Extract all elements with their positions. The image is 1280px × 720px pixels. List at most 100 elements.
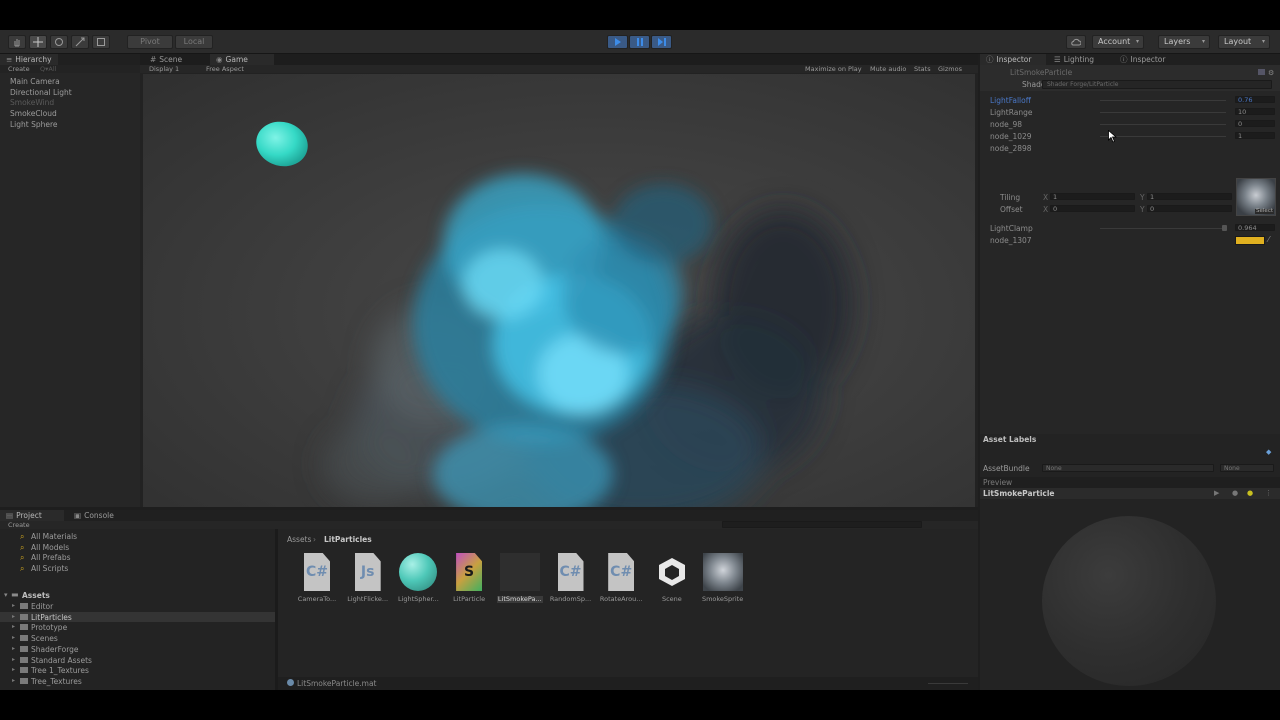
favorite-item[interactable]: All Materials bbox=[31, 533, 77, 541]
tab-console[interactable]: ▣ Console bbox=[68, 510, 120, 521]
asset-tile[interactable]: LitSmokePa... bbox=[496, 551, 543, 607]
offset-x-field[interactable]: 0 bbox=[1050, 205, 1135, 212]
expand-arrow-icon[interactable]: ▸ bbox=[12, 656, 15, 663]
asset-tile[interactable]: C# RandomSp... bbox=[548, 551, 594, 607]
property-value-field[interactable]: 10 bbox=[1235, 108, 1275, 115]
favorite-item[interactable]: All Scripts bbox=[31, 565, 68, 573]
property-slider-track[interactable] bbox=[1100, 112, 1226, 113]
folder-item[interactable]: ShaderForge bbox=[31, 646, 79, 654]
shader-dropdown[interactable]: Shader Forge/LitParticle bbox=[1042, 80, 1272, 89]
folder-item[interactable]: Tree_Textures bbox=[31, 678, 82, 686]
eyedropper-icon[interactable]: ⁄ bbox=[1268, 235, 1269, 244]
mute-audio-toggle[interactable]: Mute audio bbox=[870, 66, 906, 73]
folder-item[interactable]: Tree 1_Textures bbox=[31, 667, 89, 675]
breadcrumb-current[interactable]: LitParticles bbox=[324, 536, 372, 544]
preview-play-icon[interactable]: ▶ bbox=[1214, 489, 1219, 497]
material-preview-sphere[interactable] bbox=[1042, 516, 1216, 686]
expand-arrow-icon[interactable]: ▾ bbox=[4, 591, 8, 599]
maximize-on-play-toggle[interactable]: Maximize on Play bbox=[805, 66, 862, 73]
material-menu-icon[interactable] bbox=[1258, 69, 1265, 75]
asset-tile[interactable]: SmokeSprite bbox=[700, 551, 746, 607]
folder-item[interactable]: LitParticles bbox=[31, 614, 72, 622]
breadcrumb-root[interactable]: Assets bbox=[287, 536, 311, 544]
project-create-button[interactable]: Create bbox=[8, 522, 30, 529]
lightclamp-slider-thumb[interactable] bbox=[1222, 225, 1227, 231]
expand-arrow-icon[interactable]: ▸ bbox=[12, 645, 15, 652]
layout-dropdown[interactable]: Layout ▾ bbox=[1218, 35, 1270, 49]
hierarchy-item[interactable]: Main Camera bbox=[10, 78, 60, 86]
hierarchy-create-button[interactable]: Create bbox=[8, 66, 30, 73]
property-slider-track[interactable] bbox=[1100, 124, 1226, 125]
tab-game[interactable]: ◉ Game bbox=[210, 54, 274, 65]
hierarchy-search-input[interactable]: Q▾All bbox=[40, 66, 56, 73]
local-toggle[interactable]: Local bbox=[175, 35, 213, 49]
hand-tool-icon[interactable] bbox=[8, 35, 26, 49]
folder-item[interactable]: Scenes bbox=[31, 635, 58, 643]
tab-lighting[interactable]: ☰ Lighting bbox=[1048, 54, 1100, 65]
gear-icon[interactable]: ⚙ bbox=[1268, 69, 1274, 77]
rect-tool-icon[interactable] bbox=[92, 35, 110, 49]
expand-arrow-icon[interactable]: ▸ bbox=[12, 613, 15, 620]
color-swatch[interactable] bbox=[1235, 236, 1265, 245]
tab-project[interactable]: ▤ Project bbox=[0, 510, 64, 521]
expand-arrow-icon[interactable]: ▸ bbox=[12, 634, 15, 641]
cloud-button[interactable] bbox=[1066, 35, 1086, 49]
hierarchy-item[interactable]: Light Sphere bbox=[10, 121, 58, 129]
offset-y-field[interactable]: 0 bbox=[1147, 205, 1232, 212]
scale-tool-icon[interactable] bbox=[71, 35, 89, 49]
aspect-dropdown[interactable]: Free Aspect bbox=[206, 66, 244, 73]
lightclamp-field[interactable]: 0.964 bbox=[1235, 224, 1275, 231]
expand-arrow-icon[interactable]: ▸ bbox=[12, 623, 15, 630]
assetbundle-variant-dropdown[interactable]: None bbox=[1220, 464, 1274, 472]
folder-item[interactable]: Standard Assets bbox=[31, 656, 92, 665]
folder-item[interactable]: Editor bbox=[31, 603, 53, 611]
expand-arrow-icon[interactable]: ▸ bbox=[12, 677, 15, 684]
tiling-x-field[interactable]: 1 bbox=[1050, 193, 1135, 200]
asset-tile[interactable]: C# CameraTo... bbox=[294, 551, 340, 607]
gizmos-dropdown[interactable]: Gizmos bbox=[938, 66, 962, 73]
asset-tile[interactable]: C# RotateArou... bbox=[598, 551, 644, 607]
pivot-toggle[interactable]: Pivot bbox=[127, 35, 173, 49]
texture-select-button[interactable]: Select bbox=[1255, 208, 1274, 214]
tab-hierarchy[interactable]: ≡ Hierarchy bbox=[0, 54, 58, 65]
property-slider-track[interactable] bbox=[1100, 100, 1226, 101]
tab-inspector[interactable]: ⓘ Inspector bbox=[980, 54, 1046, 65]
expand-arrow-icon[interactable]: ▸ bbox=[12, 666, 15, 673]
tab-scene[interactable]: # Scene bbox=[144, 54, 188, 65]
account-dropdown[interactable]: Account ▾ bbox=[1092, 35, 1144, 49]
property-slider-track[interactable] bbox=[1100, 136, 1226, 137]
move-tool-icon[interactable] bbox=[29, 35, 47, 49]
preview-menu-icon[interactable]: ⋮ bbox=[1265, 489, 1272, 497]
favorite-item[interactable]: All Prefabs bbox=[31, 554, 71, 562]
tab-inspector-2[interactable]: ⓘ Inspector bbox=[1114, 54, 1171, 65]
pause-button[interactable] bbox=[629, 35, 650, 49]
property-value-field[interactable]: 1 bbox=[1235, 132, 1275, 139]
display-dropdown[interactable]: Display 1 bbox=[149, 66, 179, 73]
step-button[interactable] bbox=[651, 35, 672, 49]
play-button[interactable] bbox=[607, 35, 628, 49]
asset-tile[interactable]: Scene bbox=[649, 551, 695, 607]
texture-slot-thumbnail[interactable]: Select bbox=[1236, 178, 1276, 216]
property-value-field[interactable]: 0 bbox=[1235, 120, 1275, 127]
preview-light-icon[interactable]: ● bbox=[1247, 489, 1253, 497]
hierarchy-item[interactable]: SmokeWind bbox=[10, 99, 54, 107]
property-value-field[interactable]: 0.76 bbox=[1235, 96, 1275, 103]
project-search-input[interactable] bbox=[722, 521, 922, 528]
assetbundle-dropdown[interactable]: None bbox=[1042, 464, 1214, 472]
rotate-tool-icon[interactable] bbox=[50, 35, 68, 49]
layers-dropdown[interactable]: Layers ▾ bbox=[1158, 35, 1210, 49]
icon-size-slider[interactable] bbox=[928, 683, 968, 684]
tag-icon[interactable]: ◆ bbox=[1266, 448, 1271, 456]
asset-tile[interactable]: LightSpher... bbox=[395, 551, 441, 607]
asset-tile[interactable]: S LitParticle bbox=[446, 551, 492, 607]
tiling-y-field[interactable]: 1 bbox=[1147, 193, 1232, 200]
game-render-viewport[interactable] bbox=[143, 74, 975, 507]
assets-root-label[interactable]: Assets bbox=[22, 592, 50, 600]
folder-item[interactable]: Prototype bbox=[31, 624, 67, 632]
favorite-item[interactable]: All Models bbox=[31, 544, 69, 552]
hierarchy-item[interactable]: Directional Light bbox=[10, 89, 72, 97]
stats-toggle[interactable]: Stats bbox=[914, 66, 931, 73]
lightclamp-slider-track[interactable] bbox=[1100, 228, 1226, 229]
expand-arrow-icon[interactable]: ▸ bbox=[12, 602, 15, 609]
hierarchy-item[interactable]: SmokeCloud bbox=[10, 110, 57, 118]
